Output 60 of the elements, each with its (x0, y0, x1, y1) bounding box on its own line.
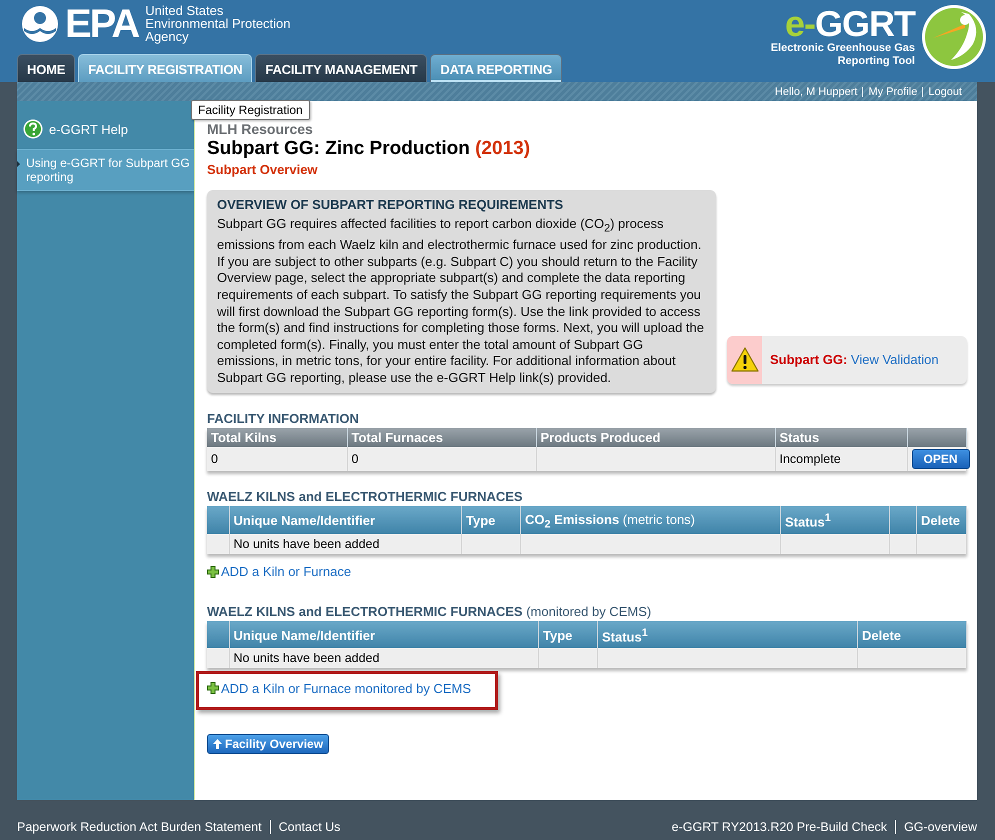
validation-link[interactable]: View Validation (850, 352, 939, 368)
add-link[interactable]: ADD a Kiln or Furnace (207, 564, 352, 580)
facility-name: MLH Resources (207, 121, 314, 137)
column-header: Delete (858, 620, 966, 648)
nav-tab[interactable]: DATA REPORTING (430, 54, 562, 82)
column-header: Type (462, 506, 520, 534)
help-icon (23, 119, 43, 139)
column-header: Delete (916, 506, 966, 534)
empty-message: No units have been added (229, 648, 538, 668)
sidebar-item[interactable]: e-GGRT Help (17, 113, 194, 149)
plus-icon (207, 682, 219, 694)
tooltip: Facility Registration (191, 100, 310, 120)
column-header: Status (775, 428, 907, 447)
column-header: Unique Name/Identifier (229, 620, 538, 648)
app-logo-subtitle: Reporting Tool (836, 55, 915, 68)
user-link[interactable]: My Profile (863, 86, 922, 98)
open-button[interactable]: OPEN (912, 448, 970, 469)
egret-logo-drawing (921, 4, 987, 70)
app-logo-subtitle: Electronic Greenhouse Gas (770, 42, 915, 55)
page-title: Subpart GG: Zinc Production (2013) (207, 137, 532, 161)
agency-wordmark: EPA (65, 4, 138, 44)
table-cell: 0 (347, 446, 536, 471)
column-header: Type (538, 620, 598, 648)
warning-icon (730, 346, 758, 373)
section-title: WAELZ KILNS and ELECTROTHERMIC FURNACES (monitored by CEMS) (207, 604, 652, 619)
footer-link[interactable]: Paperwork Reduction Act Burden Statement (17, 820, 270, 834)
up-arrow-icon (213, 739, 222, 750)
section-title: WAELZ KILNS and ELECTROTHERMIC FURNACES (207, 488, 524, 504)
column-header: Status$^{1}$ (780, 506, 890, 534)
table-cell: Incomplete (775, 446, 907, 471)
sidebar-item[interactable]: Using e-GGRT for Subpart GG reporting (17, 149, 194, 191)
pointer-icon (17, 160, 20, 168)
add-link[interactable]: ADD a Kiln or Furnace monitored by CEMS (207, 680, 471, 696)
footer-link[interactable]: Contact Us (270, 820, 348, 834)
nav-tab[interactable]: HOME (17, 54, 76, 82)
column-header: Total Furnaces (347, 428, 536, 447)
empty-message: No units have been added (229, 534, 462, 554)
table-cell: 0 (207, 446, 347, 471)
footer-text: GG-overview (903, 820, 977, 834)
column-header: CO$_{2}$ Emissions (metric tons) (520, 506, 780, 534)
column-header: Products Produced (536, 428, 775, 447)
nav-tab[interactable]: FACILITY MANAGEMENT (255, 54, 428, 82)
facility-overview-button[interactable]: Facility Overview (207, 734, 330, 754)
nav-tab[interactable]: FACILITY REGISTRATION (78, 54, 252, 82)
validation-label: Subpart GG: (770, 352, 848, 368)
overview-text: Subpart GG requires affected facilities to report carbon dioxide (CO$_{2}$) process emissions from each Waelz kiln and electrothermic furnace used for zinc production. If you are subject to other subparts (e.g. Subpart C) you should return to the Facility Overview page, select the appropriate subpart(s) and complete the data reporting requirements of each subpart. To satisfy the Subpart GG reporting requirements you will first download the Subpart GG reporting form(s). Use the link provided to access the form(s) and find instructions for completing those forms. Next, you will upload the completed form(s). Finally, you must enter the total amount of Subpart GG emissions, in metric tons, for your entire facility. For additional information about Subpart GG reporting, please use the e-GGRT Help link(s) provided. (217, 216, 705, 387)
page-subtitle: Subpart Overview (207, 161, 319, 178)
column-header: Status$^{1}$ (598, 620, 858, 648)
agency-name-line: United States (145, 4, 224, 17)
section-title: FACILITY INFORMATION (207, 410, 360, 426)
plus-icon (207, 566, 219, 578)
user-link[interactable]: Logout (923, 86, 967, 98)
column-header: Total Kilns (207, 428, 347, 447)
greeting-text: Hello, M Huppert (774, 86, 858, 98)
app-logo-wordmark: e-GGRT (784, 6, 915, 42)
agency-name-line: Environmental Protection (145, 17, 291, 30)
column-header: Unique Name/Identifier (229, 506, 462, 534)
agency-name-line: Agency (145, 30, 190, 43)
overview-heading: OVERVIEW OF SUBPART REPORTING REQUIREMENTS (217, 197, 564, 212)
footer-text: e-GGRT RY2013.R20 Pre-Build Check (670, 820, 888, 834)
